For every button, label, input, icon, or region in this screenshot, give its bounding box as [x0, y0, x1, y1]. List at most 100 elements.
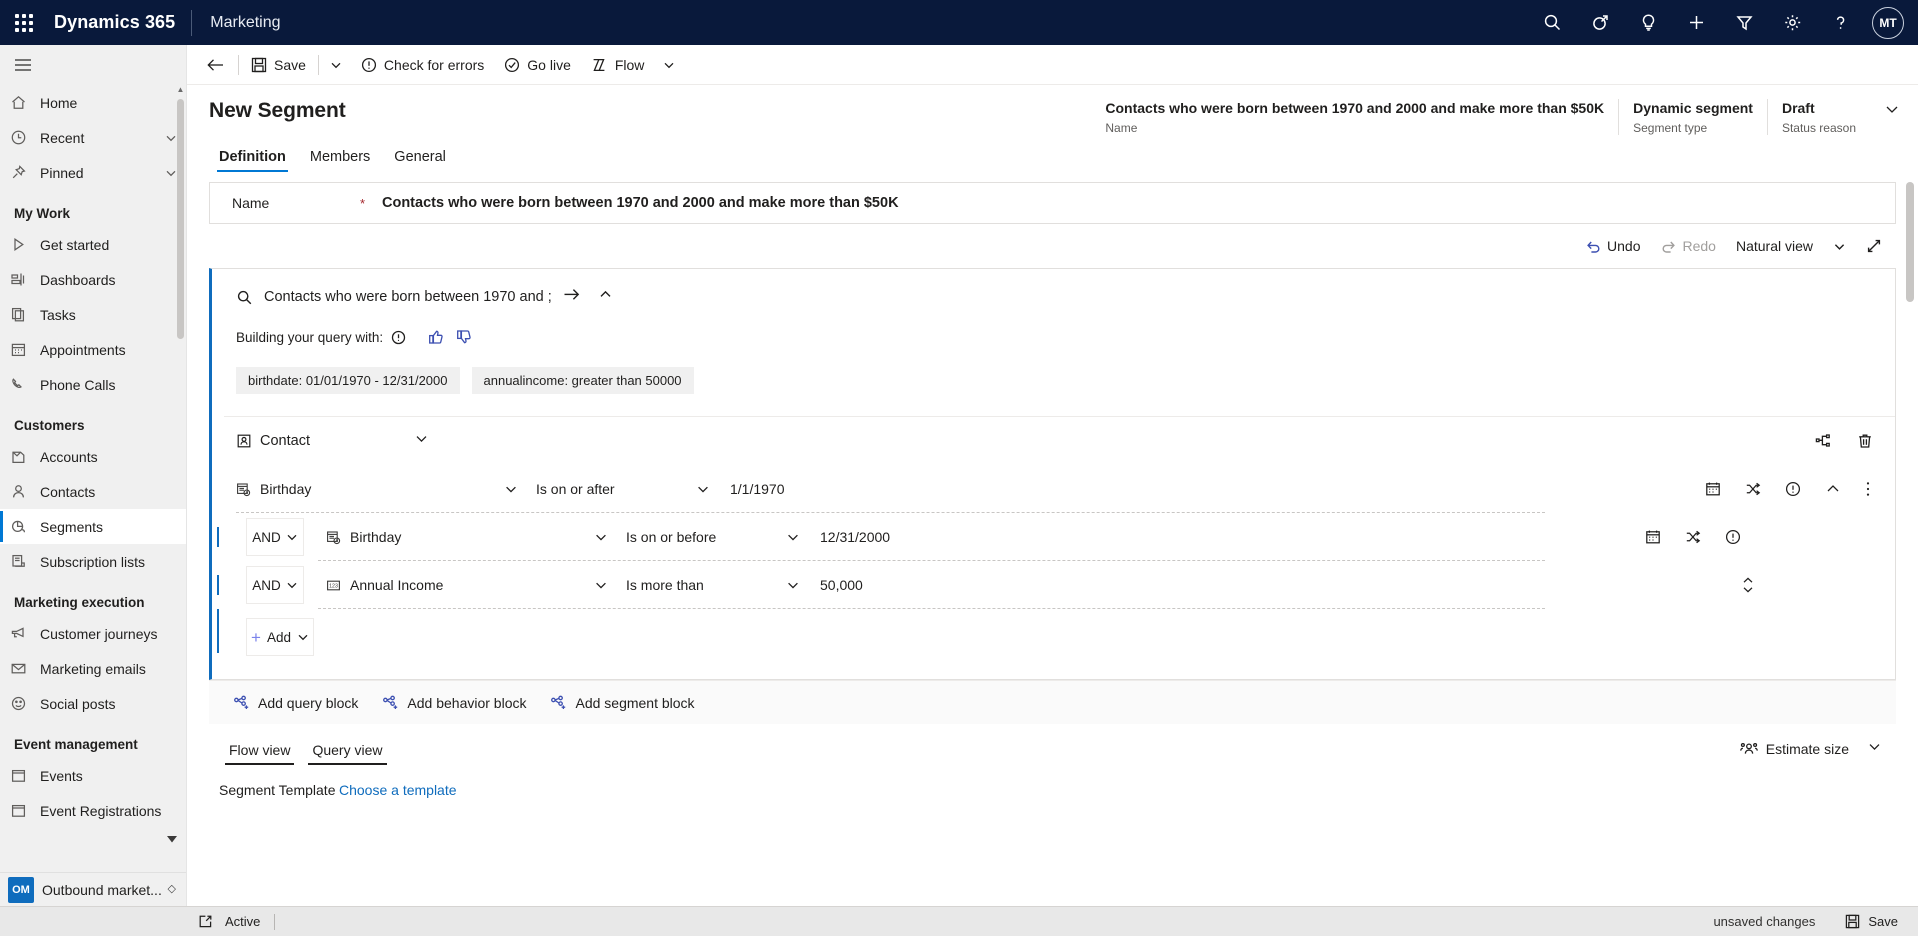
condition-operator[interactable]: Is more than [626, 577, 786, 593]
stepper-down-icon[interactable] [1741, 585, 1755, 594]
add-segment-block-button[interactable]: Add segment block [538, 689, 706, 717]
main-scrollbar-thumb[interactable] [1906, 182, 1914, 302]
logic-operator-selector[interactable]: AND [246, 566, 304, 604]
calendar-icon[interactable] [1693, 481, 1733, 497]
condition-operator[interactable]: Is on or after [536, 481, 696, 497]
sidebar-item-pinned[interactable]: Pinned [0, 155, 186, 190]
user-avatar[interactable]: MT [1872, 6, 1904, 39]
condition-value[interactable]: 1/1/1970 [730, 481, 785, 497]
go-live-button[interactable]: Go live [494, 45, 581, 85]
sidebar-item-subscription-lists[interactable]: Subscription lists [0, 544, 186, 579]
stepper-up-icon[interactable] [1741, 576, 1755, 585]
add-query-block-button[interactable]: Add query block [221, 689, 370, 717]
info-icon[interactable] [383, 330, 406, 345]
view-mode-caret[interactable] [1823, 235, 1856, 258]
brand-label[interactable]: Dynamics 365 [48, 12, 191, 33]
search-icon[interactable] [1528, 0, 1576, 45]
shuffle-icon[interactable] [1733, 481, 1773, 497]
operator-dropdown-chevron[interactable] [786, 578, 820, 592]
flow-button[interactable]: Flow [581, 45, 655, 85]
estimate-size-caret[interactable] [1859, 734, 1896, 764]
info-icon[interactable] [1773, 481, 1813, 497]
sidebar-scroll-down-button[interactable] [0, 828, 186, 850]
app-launcher-button[interactable] [0, 0, 48, 45]
save-options-caret[interactable] [321, 45, 351, 85]
logic-operator-selector[interactable]: AND [246, 518, 304, 556]
collapse-icon[interactable] [1813, 481, 1853, 497]
sidebar-item-appointments[interactable]: Appointments [0, 332, 186, 367]
query-chip[interactable]: annualincome: greater than 50000 [471, 367, 694, 394]
field-dropdown-chevron[interactable] [594, 530, 626, 544]
app-switcher-button[interactable]: OM Outbound market... ◇ [0, 872, 186, 906]
sidebar-scrollbar-up-arrow[interactable]: ▲ [176, 85, 185, 94]
sidebar-item-segments[interactable]: Segments [0, 509, 186, 544]
operator-dropdown-chevron[interactable] [696, 482, 730, 496]
back-button[interactable] [195, 45, 236, 85]
sidebar-item-social-posts[interactable]: Social posts [0, 686, 186, 721]
add-condition-button[interactable]: + Add [246, 618, 314, 656]
tab-general[interactable]: General [384, 145, 456, 174]
entity-chevron-icon[interactable] [310, 431, 429, 451]
page-title: New Segment [209, 99, 346, 122]
app-name-label[interactable]: Marketing [192, 14, 280, 32]
tab-flow-view[interactable]: Flow view [219, 738, 300, 766]
sidebar-item-event-registrations[interactable]: Event Registrations [0, 793, 186, 828]
ai-search-input[interactable] [264, 289, 554, 305]
help-icon[interactable] [1816, 0, 1864, 45]
condition-operator[interactable]: Is on or before [626, 529, 786, 545]
condition-field[interactable]: Birthday [350, 529, 594, 545]
settings-icon[interactable] [1768, 0, 1816, 45]
condition-value[interactable]: 50,000 [820, 577, 863, 593]
info-icon[interactable] [1713, 529, 1753, 545]
sidebar-item-dashboards[interactable]: Dashboards [0, 262, 186, 297]
name-field-value[interactable]: Contacts who were born between 1970 and … [374, 195, 899, 211]
ai-submit-button[interactable] [554, 287, 589, 307]
more-options-icon[interactable] [1853, 480, 1883, 498]
tab-members[interactable]: Members [300, 145, 380, 174]
sidebar-item-accounts[interactable]: Accounts [0, 439, 186, 474]
header-expand-button[interactable] [1878, 99, 1918, 122]
sidebar-item-tasks[interactable]: Tasks [0, 297, 186, 332]
sidebar-item-phone-calls[interactable]: Phone Calls [0, 367, 186, 402]
tab-query-view[interactable]: Query view [302, 738, 392, 766]
field-dropdown-chevron[interactable] [594, 578, 626, 592]
sitemap-toggle-button[interactable] [0, 45, 186, 85]
condition-field[interactable]: Annual Income [350, 577, 594, 593]
filter-icon[interactable] [1720, 0, 1768, 45]
tab-definition[interactable]: Definition [209, 145, 296, 174]
shuffle-icon[interactable] [1673, 529, 1713, 545]
insights-icon[interactable] [1624, 0, 1672, 45]
sidebar-item-home[interactable]: Home [0, 85, 186, 120]
query-chip[interactable]: birthdate: 01/01/1970 - 12/31/2000 [236, 367, 460, 394]
ai-collapse-button[interactable] [589, 287, 622, 307]
sidebar-item-marketing-emails[interactable]: Marketing emails [0, 651, 186, 686]
flow-options-caret[interactable] [654, 45, 684, 85]
condition-field[interactable]: Birthday [260, 481, 504, 497]
choose-template-link[interactable]: Choose a template [339, 782, 457, 798]
sidebar-item-customer-journeys[interactable]: Customer journeys [0, 616, 186, 651]
share-icon[interactable] [1815, 433, 1831, 449]
undo-button[interactable]: Undo [1575, 233, 1650, 259]
goal-icon[interactable] [1576, 0, 1624, 45]
check-for-errors-button[interactable]: Check for errors [351, 45, 494, 85]
add-behavior-block-button[interactable]: Add behavior block [370, 689, 538, 717]
save-button[interactable]: Save [241, 45, 316, 85]
sidebar-item-recent[interactable]: Recent [0, 120, 186, 155]
condition-value[interactable]: 12/31/2000 [820, 529, 890, 545]
operator-dropdown-chevron[interactable] [786, 530, 820, 544]
sidebar-scrollbar-thumb[interactable] [177, 99, 184, 339]
status-save-button[interactable]: Save [1837, 914, 1906, 929]
view-mode-selector[interactable]: Natural view [1726, 233, 1823, 259]
calendar-icon[interactable] [1633, 529, 1673, 545]
thumbs-up-icon[interactable] [406, 329, 444, 345]
sidebar-item-contacts[interactable]: Contacts [0, 474, 186, 509]
estimate-size-button[interactable]: Estimate size [1732, 736, 1857, 762]
sidebar-item-events[interactable]: Events [0, 758, 186, 793]
field-dropdown-chevron[interactable] [504, 482, 536, 496]
expand-icon[interactable] [1856, 233, 1892, 259]
delete-icon[interactable] [1857, 433, 1873, 449]
thumbs-down-icon[interactable] [444, 329, 472, 345]
popout-icon[interactable] [186, 914, 225, 929]
sidebar-item-get-started[interactable]: Get started [0, 227, 186, 262]
add-icon[interactable] [1672, 0, 1720, 45]
